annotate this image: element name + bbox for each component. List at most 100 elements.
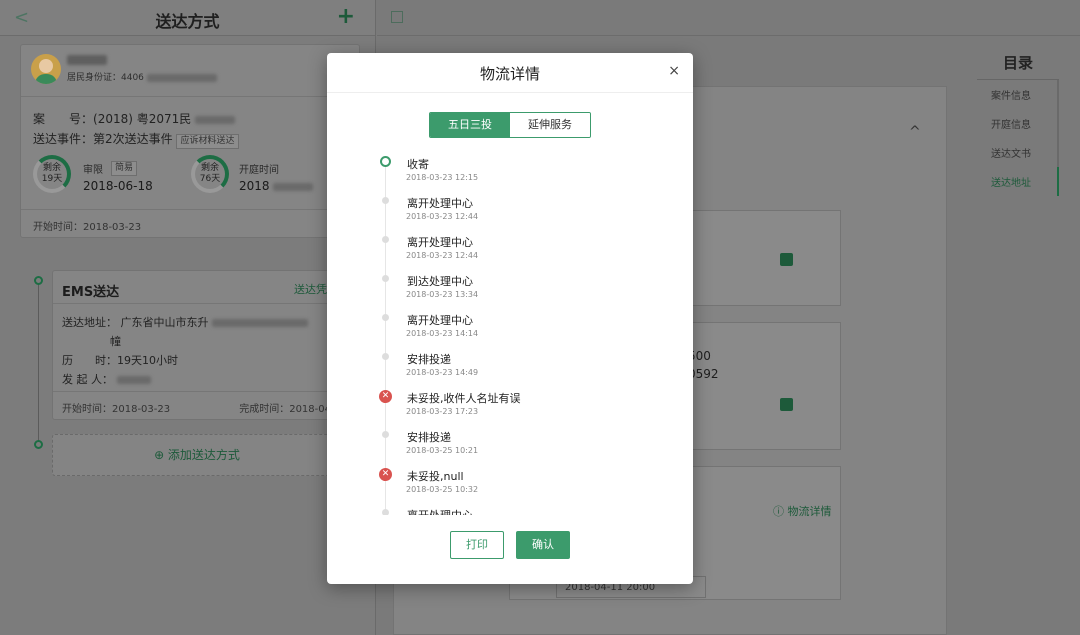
redacted-block bbox=[273, 182, 314, 191]
error-icon: ✕ bbox=[379, 468, 392, 481]
redacted-block bbox=[212, 319, 308, 327]
toc-item-address[interactable]: 送达地址 bbox=[977, 167, 1059, 196]
event-time: 2018-03-23 14:14 bbox=[406, 329, 479, 338]
toc-title: 目录 bbox=[977, 52, 1059, 80]
logistics-detail-link[interactable]: ⓘ 物流详情 bbox=[773, 503, 832, 519]
event-time: 2018-03-23 12:44 bbox=[406, 251, 479, 260]
modal-header: 物流详情 × bbox=[327, 53, 693, 93]
event-name: 到达处理中心 bbox=[407, 275, 473, 288]
ring2-line1: 剩余 bbox=[200, 163, 219, 173]
timeline-dot bbox=[34, 440, 43, 449]
delivery-receipt-link[interactable]: 送达凭 bbox=[294, 281, 327, 297]
address-row: 送达地址： 广东省中山市东升 bbox=[62, 313, 308, 332]
ring1-tag: 简易 bbox=[111, 161, 138, 176]
toc-item-case-info[interactable]: 案件信息 bbox=[977, 80, 1059, 109]
tracking-event: 离开处理中心 2018-03-23 14:14 bbox=[367, 309, 667, 348]
tracking-timeline[interactable]: 收寄 2018-03-23 12:15 离开处理中心 2018-03-23 12:44… bbox=[367, 153, 667, 515]
case-number-label: 案 号： bbox=[33, 112, 94, 126]
remaining-days-ring-1: 剩余 19天 bbox=[33, 155, 71, 193]
tab-extended-service[interactable]: 延伸服务 bbox=[510, 113, 590, 137]
event-time: 2018-03-25 10:21 bbox=[406, 446, 479, 455]
divider bbox=[53, 303, 341, 304]
event-name: 离开处理中心 bbox=[407, 197, 473, 210]
event-tag: 应诉材料送达 bbox=[176, 134, 239, 149]
event-name: 离开处理中心 bbox=[407, 507, 473, 515]
phone-icon[interactable] bbox=[780, 253, 793, 266]
timeline-dot bbox=[382, 509, 389, 515]
event-time: 2018-03-23 14:49 bbox=[406, 368, 479, 377]
redacted-block bbox=[146, 73, 217, 82]
address-value: 广东省中山市东升 bbox=[120, 316, 209, 329]
case-number-row: 案 号：(2018) 粤2071民 bbox=[33, 109, 239, 129]
person-row: 居民身份证：4406 bbox=[21, 45, 359, 97]
event-name: 离开处理中心 bbox=[407, 314, 473, 327]
timeline-dot bbox=[382, 431, 389, 438]
close-icon[interactable]: × bbox=[668, 63, 680, 79]
ems-card: EMS送达 送达凭 送达地址： 广东省中山市东升 幢 历 时：19天10小时 发… bbox=[52, 270, 342, 420]
timeline-line bbox=[38, 282, 39, 442]
event-row: 送达事件：第2次送达事件 应诉材料送达 bbox=[33, 129, 239, 149]
ring1-line2: 19天 bbox=[41, 174, 63, 184]
event-name: 安排投递 bbox=[407, 353, 451, 366]
table-of-contents: 目录 案件信息 开庭信息 送达文书 送达地址 bbox=[977, 52, 1059, 196]
event-name: 安排投递 bbox=[407, 431, 451, 444]
address-line2: 幢 bbox=[110, 335, 121, 348]
event-name: 未妥投,null bbox=[407, 470, 464, 483]
remaining-days-ring-2: 剩余 76天 bbox=[191, 155, 229, 193]
confirm-button[interactable]: 确认 bbox=[516, 531, 570, 559]
left-header: < 送达方式 + bbox=[0, 0, 375, 36]
redacted-block bbox=[195, 115, 236, 124]
tracking-event: ✕ 未妥投,null 2018-03-25 10:32 bbox=[367, 465, 667, 504]
ring1-line1: 剩余 bbox=[42, 163, 61, 173]
ring2-label: 开庭时间 bbox=[239, 165, 279, 176]
initiator-label: 发 起 人： bbox=[62, 373, 113, 386]
collapse-sidebar-icon[interactable] bbox=[391, 11, 403, 23]
modal-title: 物流详情 bbox=[479, 65, 540, 83]
person-id: 居民身份证：4406 bbox=[67, 70, 217, 83]
tracking-event: 安排投递 2018-03-25 10:21 bbox=[367, 426, 667, 465]
chevron-up-icon[interactable]: ^ bbox=[909, 124, 921, 140]
event-time: 2018-03-23 12:44 bbox=[406, 212, 479, 221]
event-time: 2018-03-23 13:34 bbox=[406, 290, 479, 299]
event-time: 2018-03-25 10:32 bbox=[406, 485, 479, 494]
toc-item-documents[interactable]: 送达文书 bbox=[977, 138, 1059, 167]
timeline-dot bbox=[382, 236, 389, 243]
case-start-time: 开始时间：2018-03-23 bbox=[21, 209, 359, 237]
ring2-date: 2018 bbox=[239, 179, 314, 193]
timeline-dot bbox=[382, 197, 389, 204]
duration-label: 历 时： bbox=[62, 354, 117, 367]
phone-icon[interactable] bbox=[780, 398, 793, 411]
tracking-event: 安排投递 2018-03-23 14:49 bbox=[367, 348, 667, 387]
page-title: 送达方式 bbox=[155, 12, 220, 31]
event-time: 2018-03-23 12:15 bbox=[406, 173, 479, 182]
case-number: (2018) 粤2071民 bbox=[93, 112, 192, 126]
tracking-event: ✕ 未妥投,收件人名址有误 2018-03-23 17:23 bbox=[367, 387, 667, 426]
person-id-text: 居民身份证：4406 bbox=[67, 73, 144, 83]
ring1-label: 审限 bbox=[83, 165, 103, 176]
case-card: 居民身份证：4406 案 号：(2018) 粤2071民 送达事件：第2次送达事… bbox=[20, 44, 360, 238]
tab-five-day-three-attempts[interactable]: 五日三投 bbox=[430, 113, 510, 137]
ring1-date: 2018-06-18 bbox=[83, 179, 153, 193]
case-info: 案 号：(2018) 粤2071民 送达事件：第2次送达事件 应诉材料送达 bbox=[33, 109, 239, 149]
event-name: 收寄 bbox=[407, 158, 429, 171]
ring2-line2: 76天 bbox=[199, 174, 221, 184]
duration-value: 19天10小时 bbox=[117, 354, 178, 367]
add-icon[interactable]: + bbox=[337, 4, 355, 29]
tab-group: 五日三投 延伸服务 bbox=[429, 112, 591, 138]
ring2-date-text: 2018 bbox=[239, 179, 270, 193]
ems-footer: 开始时间：2018-03-23 完成时间：2018-04 bbox=[53, 391, 341, 419]
error-icon: ✕ bbox=[379, 390, 392, 403]
person-name-redacted bbox=[67, 55, 107, 65]
tracking-event: 离开处理中心 2018-03-23 12:44 bbox=[367, 192, 667, 231]
print-button[interactable]: 打印 bbox=[450, 531, 504, 559]
timeline-dot bbox=[382, 275, 389, 282]
logistics-detail-modal: 物流详情 × 五日三投 延伸服务 收寄 2018-03-23 12:15 离开处理中… bbox=[327, 53, 693, 584]
event-name: 离开处理中心 bbox=[407, 236, 473, 249]
timeline-dot bbox=[380, 156, 391, 167]
tracking-event: 收寄 2018-03-23 12:15 bbox=[367, 153, 667, 192]
duration-row: 历 时：19天10小时 bbox=[62, 351, 308, 370]
tracking-event: 离开处理中心 bbox=[367, 504, 667, 515]
tracking-event: 到达处理中心 2018-03-23 13:34 bbox=[367, 270, 667, 309]
add-delivery-method-button[interactable]: ⊕ 添加送达方式 bbox=[52, 434, 342, 476]
toc-item-hearing-info[interactable]: 开庭信息 bbox=[977, 109, 1059, 138]
